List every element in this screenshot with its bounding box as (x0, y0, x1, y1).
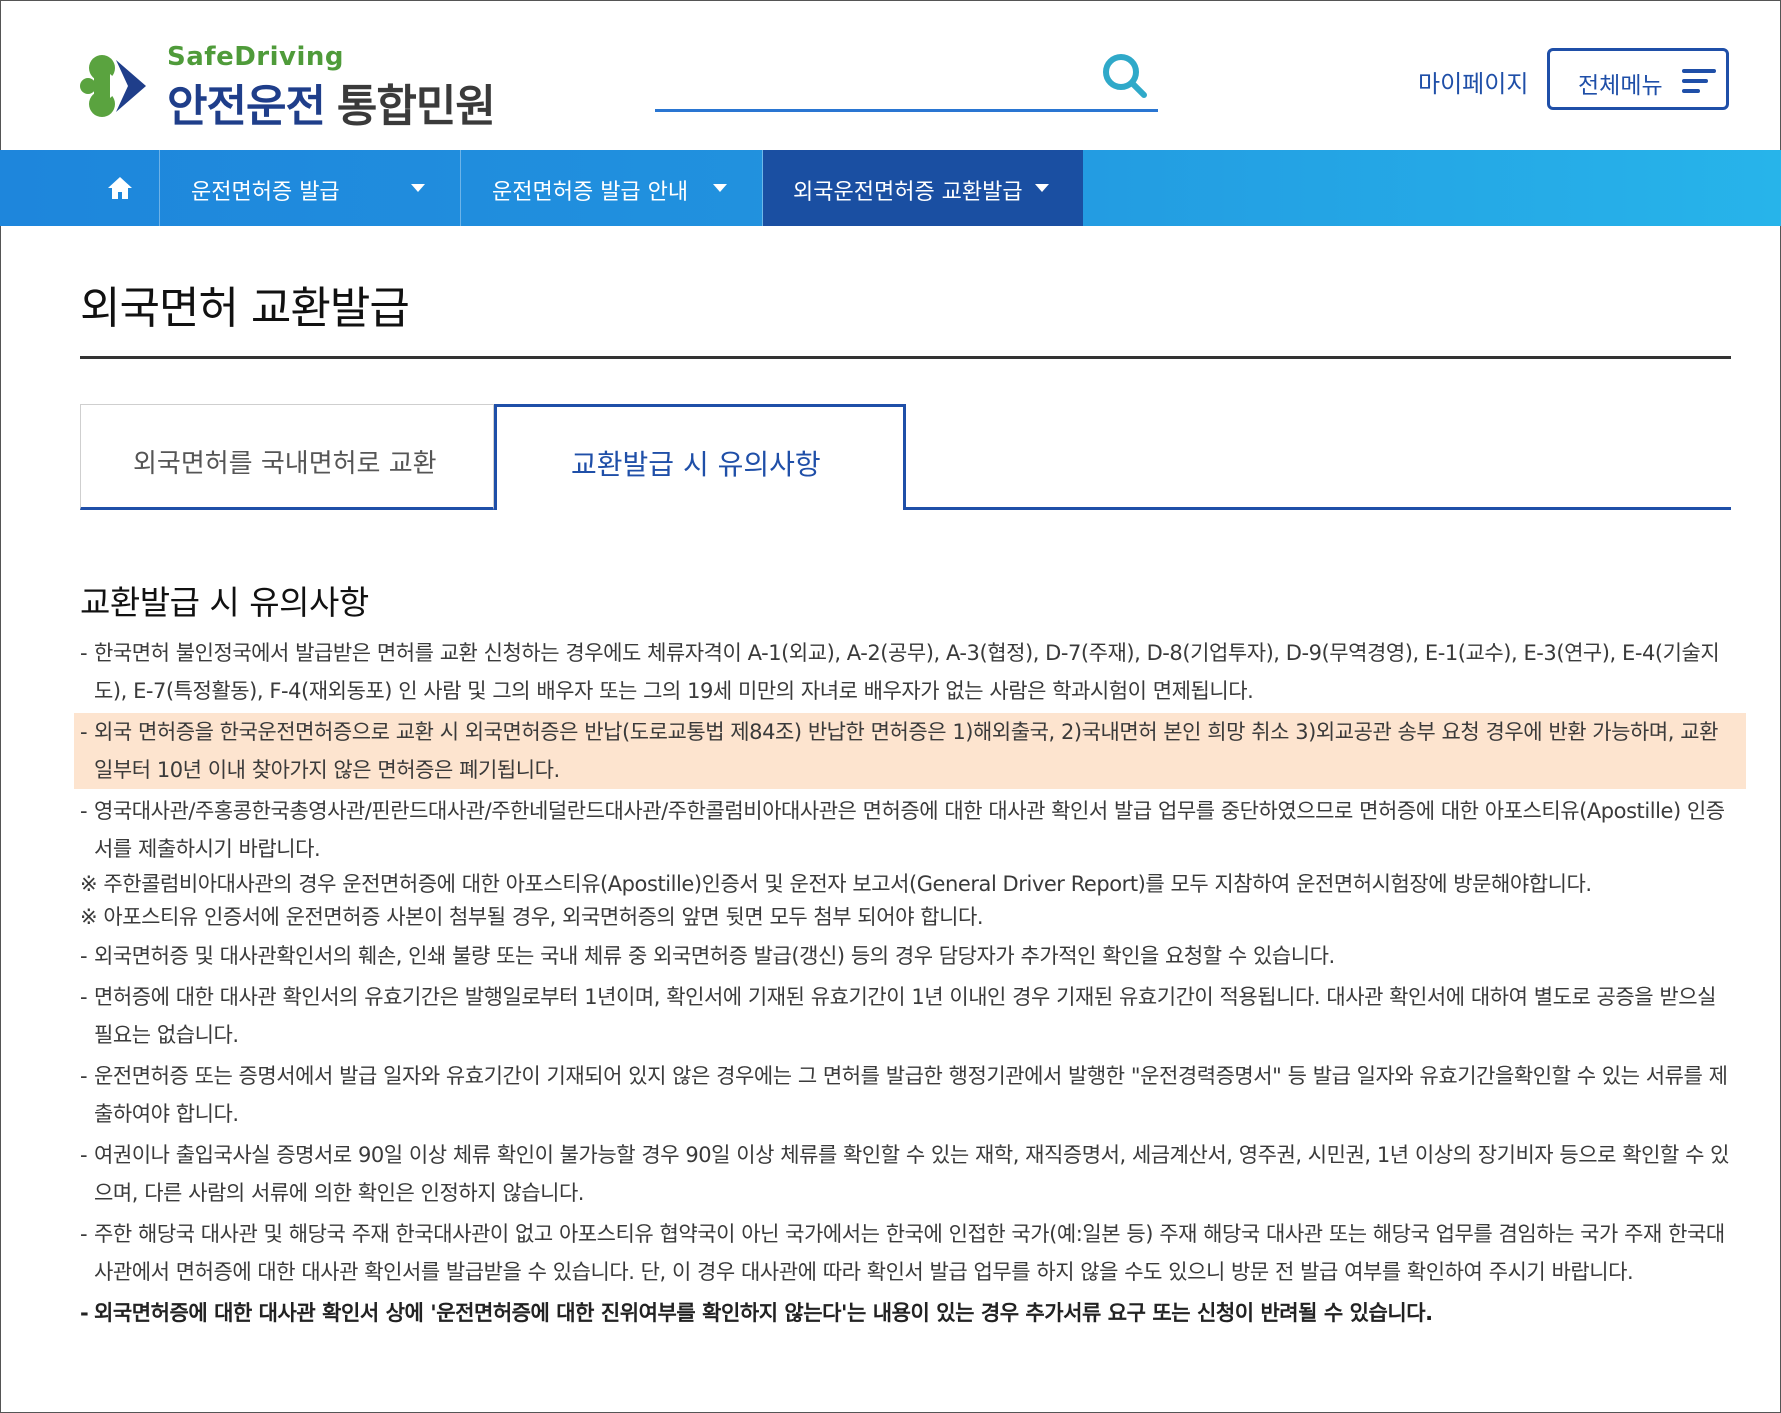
nav-item-license-guide[interactable]: 운전면허증 발급 안내 (461, 150, 763, 226)
list-item: - 운전면허증 또는 증명서에서 발급 일자와 유효기간이 기재되어 있지 않은… (80, 1057, 1732, 1133)
tab-exchange[interactable]: 외국면허를 국내면허로 교환 (80, 404, 494, 510)
list-item-text: 주한 해당국 대사관 및 해당국 주재 한국대사관이 없고 아포스티유 협약국이… (94, 1222, 1725, 1284)
tab-underline (906, 507, 1731, 510)
page-title: 외국면허 교환발급 (80, 283, 410, 334)
home-icon (108, 177, 132, 199)
nav-item-label: 운전면허증 발급 안내 (492, 180, 689, 205)
list-bullet: - (80, 1064, 88, 1088)
clover-logo-icon (80, 55, 146, 117)
nav-item-label: 운전면허증 발급 (191, 180, 340, 205)
list-item-important: - 외국면허증에 대한 대사관 확인서 상에 '운전면허증에 대한 진위여부를 … (80, 1294, 1732, 1332)
nav-item-license-issue[interactable]: 운전면허증 발급 (160, 150, 461, 226)
list-item: - 영국대사관/주홍콩한국총영사관/핀란드대사관/주한네덜란드대사관/주한콜럼비… (80, 792, 1732, 868)
list-item: - 외국면허증 및 대사관확인서의 훼손, 인쇄 불량 또는 국내 체류 중 외… (80, 937, 1732, 975)
site-header: SafeDriving 안전운전 통합민원 마이페이지 전체메뉴 (0, 0, 1781, 150)
chevron-down-icon (411, 184, 425, 192)
list-item: - 면허증에 대한 대사관 확인서의 유효기간은 발행일로부터 1년이며, 확인… (80, 978, 1732, 1054)
list-bullet: - (80, 944, 88, 968)
content-tabs: 외국면허를 국내면허로 교환 교환발급 시 유의사항 (80, 404, 1731, 510)
list-item: - 한국면허 불인정국에서 발급받은 면허를 교환 신청하는 경우에도 체류자격… (80, 634, 1732, 710)
list-item-text: 면허증에 대한 대사관 확인서의 유효기간은 발행일로부터 1년이며, 확인서에… (94, 985, 1716, 1047)
list-item-text: 영국대사관/주홍콩한국총영사관/핀란드대사관/주한네덜란드대사관/주한콜럼비아대… (94, 799, 1725, 861)
hamburger-icon (1682, 69, 1716, 93)
list-item: - 여권이나 출입국사실 증명서로 90일 이상 체류 확인이 불가능할 경우 … (80, 1136, 1732, 1212)
logo-subtitle: SafeDriving (167, 42, 345, 72)
reference-note: ※ 아포스티유 인증서에 운전면허증 사본이 첨부될 경우, 외국면허증의 앞면… (80, 901, 1732, 934)
tab-precautions[interactable]: 교환발급 시 유의사항 (494, 404, 906, 510)
search-bar (655, 45, 1158, 112)
logo-title-main: 안전운전 (167, 81, 326, 132)
tab-label: 외국면허를 국내면허로 교환 (133, 449, 437, 479)
nav-item-label: 외국운전면허증 교환발급 (793, 180, 1023, 205)
mypage-link[interactable]: 마이페이지 (1418, 64, 1528, 99)
list-item-text: 외국면허증 및 대사관확인서의 훼손, 인쇄 불량 또는 국내 체류 중 외국면… (94, 944, 1335, 968)
chevron-down-icon (713, 184, 727, 192)
list-item-text: 한국면허 불인정국에서 발급받은 면허를 교환 신청하는 경우에도 체류자격이 … (94, 641, 1720, 703)
all-menu-label: 전체메뉴 (1578, 73, 1663, 99)
list-bullet: - (80, 641, 88, 665)
nav-item-foreign-exchange[interactable]: 외국운전면허증 교환발급 (763, 150, 1083, 226)
chevron-down-icon (1035, 184, 1049, 192)
list-bullet: - (80, 985, 88, 1009)
list-bullet: - (80, 1222, 88, 1246)
tab-label: 교환발급 시 유의사항 (571, 448, 821, 481)
list-item: - 주한 해당국 대사관 및 해당국 주재 한국대사관이 없고 아포스티유 협약… (80, 1215, 1732, 1291)
list-bullet: - (80, 1143, 88, 1167)
list-bullet: - (80, 720, 88, 744)
main-nav: 운전면허증 발급 운전면허증 발급 안내 외국운전면허증 교환발급 (0, 150, 1781, 226)
list-item-text: 운전면허증 또는 증명서에서 발급 일자와 유효기간이 기재되어 있지 않은 경… (94, 1064, 1728, 1126)
reference-note: ※ 주한콜럼비아대사관의 경우 운전면허증에 대한 아포스티유(Apostill… (80, 868, 1732, 901)
reference-note-text: ※ 아포스티유 인증서에 운전면허증 사본이 첨부될 경우, 외국면허증의 앞면… (80, 905, 984, 929)
nav-home[interactable] (80, 150, 160, 226)
list-item-text: 외국면허증에 대한 대사관 확인서 상에 '운전면허증에 대한 진위여부를 확인… (94, 1301, 1433, 1325)
list-item-highlighted: - 외국 면허증을 한국운전면허증으로 교환 시 외국면허증은 반납(도로교통법… (74, 713, 1746, 789)
list-item-text: 여권이나 출입국사실 증명서로 90일 이상 체류 확인이 불가능할 경우 90… (94, 1143, 1730, 1205)
reference-note-text: ※ 주한콜럼비아대사관의 경우 운전면허증에 대한 아포스티유(Apostill… (80, 872, 1592, 896)
section-title: 교환발급 시 유의사항 (80, 583, 369, 622)
notes-list: - 한국면허 불인정국에서 발급받은 면허를 교환 신청하는 경우에도 체류자격… (74, 634, 1746, 1332)
logo-title-suffix: 통합민원 (336, 81, 496, 132)
logo-title: 안전운전 통합민원 (167, 70, 496, 134)
title-divider (80, 356, 1731, 359)
search-icon[interactable] (1100, 51, 1150, 101)
list-item-text: 외국 면허증을 한국운전면허증으로 교환 시 외국면허증은 반납(도로교통법 제… (94, 720, 1718, 782)
list-bullet: - (80, 799, 88, 823)
list-bullet: - (80, 1301, 89, 1325)
search-input[interactable] (655, 53, 1089, 99)
site-logo[interactable]: SafeDriving 안전운전 통합민원 (80, 42, 500, 132)
all-menu-button[interactable]: 전체메뉴 (1547, 48, 1729, 110)
